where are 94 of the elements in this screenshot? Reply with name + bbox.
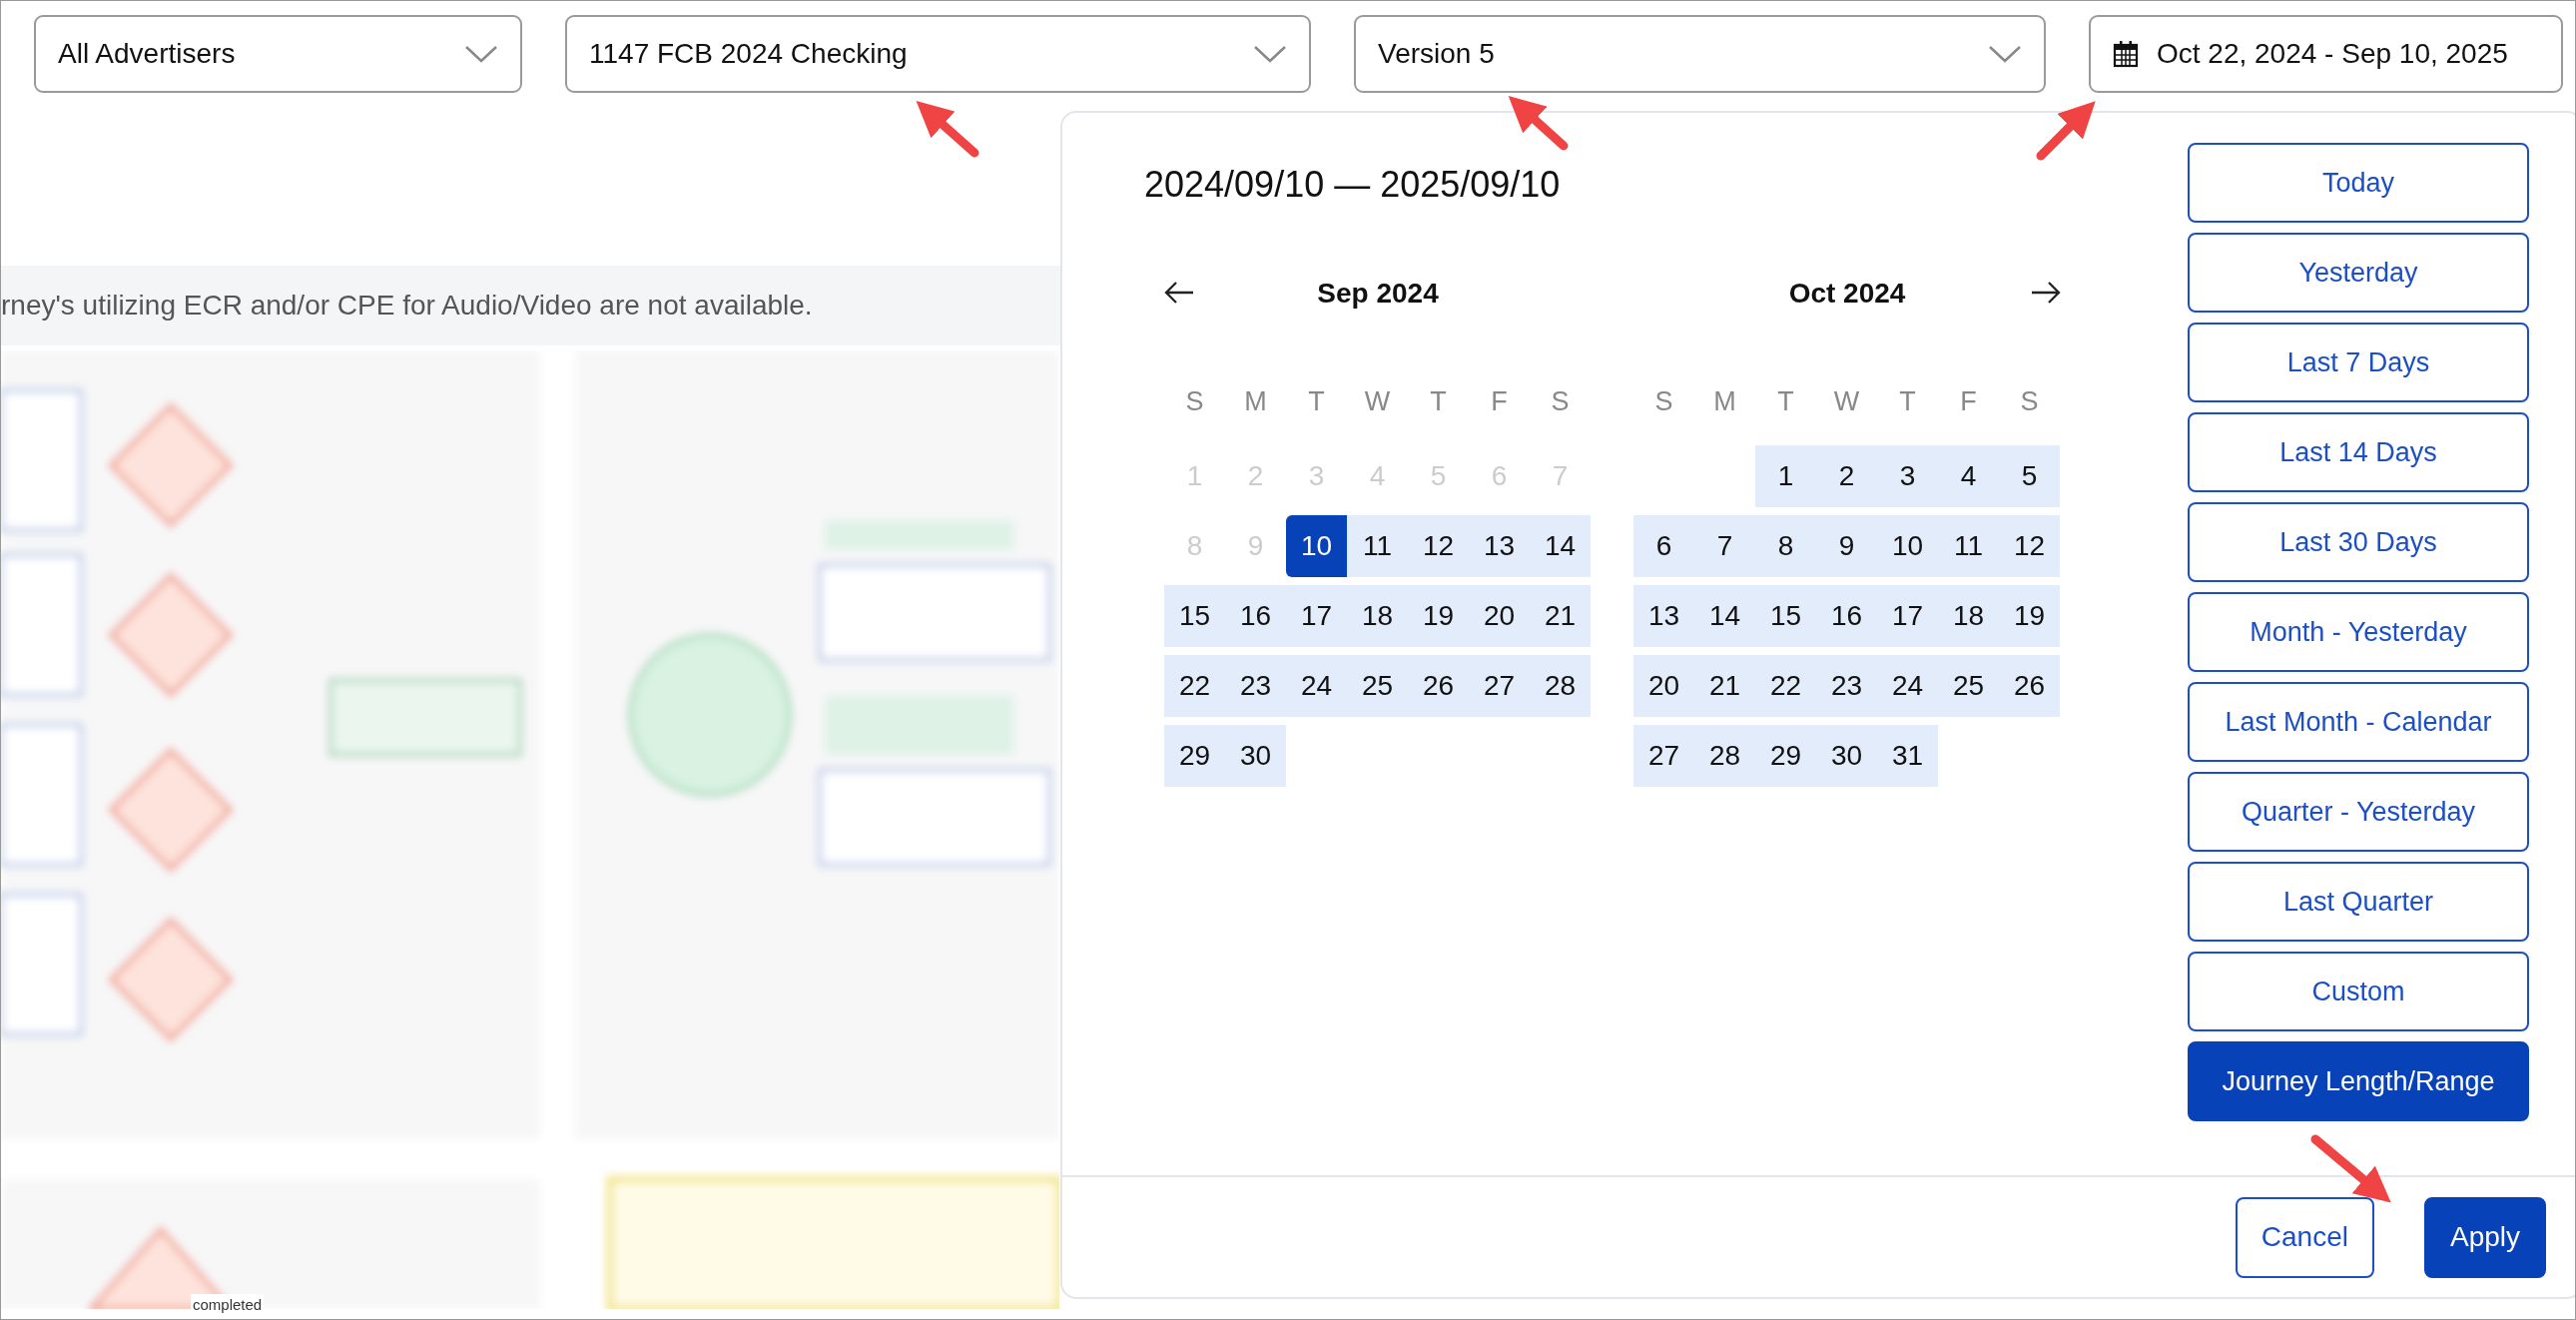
weekday-label: M [1712, 384, 1737, 418]
date-range-button[interactable]: Oct 22, 2024 - Sep 10, 2025 [2089, 15, 2563, 93]
calendar-day[interactable]: 26 [1999, 655, 2060, 717]
calendar-day[interactable]: 22 [1164, 655, 1225, 717]
calendar-day[interactable]: 18 [1938, 585, 1999, 647]
calendar-day[interactable]: 12 [1999, 515, 2060, 577]
calendar-day[interactable]: 12 [1408, 515, 1469, 577]
calendar-day[interactable]: 21 [1530, 585, 1591, 647]
calendar-day[interactable]: 14 [1694, 585, 1755, 647]
preset-button[interactable]: Last 7 Days [2188, 323, 2529, 402]
annotation-arrow [1508, 95, 1569, 151]
month-title: Oct 2024 [1788, 277, 1906, 311]
calendar-day[interactable]: 13 [1633, 585, 1694, 647]
calendar-icon [2113, 40, 2139, 68]
calendar-day[interactable]: 25 [1938, 655, 1999, 717]
weekday-label: T [1429, 384, 1448, 418]
calendar-day[interactable]: 19 [1408, 585, 1469, 647]
calendar-day[interactable]: 9 [1816, 515, 1877, 577]
calendar-day[interactable]: 5 [1999, 445, 2060, 507]
weekday-label: F [1959, 384, 1978, 418]
dropdown[interactable]: Version 5 [1354, 15, 2046, 93]
calendar-day[interactable]: 10 [1286, 515, 1347, 577]
weekday-label: W [1832, 384, 1861, 418]
calendar-day[interactable]: 29 [1755, 725, 1816, 787]
preset-button[interactable]: Yesterday [2188, 233, 2529, 313]
calendar-day[interactable]: 11 [1938, 515, 1999, 577]
calendar-day[interactable]: 29 [1164, 725, 1225, 787]
calendar-day[interactable]: 15 [1755, 585, 1816, 647]
calendar-day[interactable]: 20 [1633, 655, 1694, 717]
weekday-label: S [2019, 384, 2040, 418]
calendar-day[interactable]: 14 [1530, 515, 1591, 577]
preset-button[interactable]: Last 14 Days [2188, 412, 2529, 492]
weekday-label: S [1184, 384, 1205, 418]
calendar-day[interactable]: 25 [1347, 655, 1408, 717]
dropdown[interactable]: 1147 FCB 2024 Checking [565, 15, 1311, 93]
calendar-day[interactable]: 11 [1347, 515, 1408, 577]
weekday-label: S [1550, 384, 1571, 418]
calendar-day[interactable]: 28 [1694, 725, 1755, 787]
weekday-label: M [1243, 384, 1268, 418]
calendar-day[interactable]: 18 [1347, 585, 1408, 647]
calendar-day[interactable]: 13 [1469, 515, 1530, 577]
calendar-day[interactable]: 1 [1755, 445, 1816, 507]
calendar-day[interactable]: 27 [1633, 725, 1694, 787]
weekday-label: T [1307, 384, 1326, 418]
chevron-down-icon [1253, 44, 1287, 64]
preset-button[interactable]: Custom [2188, 952, 2529, 1031]
calendar-day[interactable]: 19 [1999, 585, 2060, 647]
calendar-day[interactable]: 3 [1877, 445, 1938, 507]
annotation-arrow [916, 101, 979, 158]
preset-button[interactable]: Last Quarter [2188, 862, 2529, 942]
calendar-day[interactable]: 30 [1816, 725, 1877, 787]
calendar-day[interactable]: 23 [1225, 655, 1286, 717]
calendar-day[interactable]: 30 [1225, 725, 1286, 787]
weekday-label: W [1363, 384, 1392, 418]
range-title: 2024/09/10 — 2025/09/10 [1144, 163, 1562, 207]
cancel-button[interactable]: Cancel [2235, 1196, 2374, 1278]
calendar-day[interactable]: 4 [1938, 445, 1999, 507]
preset-button[interactable]: Last Month - Calendar [2188, 682, 2529, 762]
calendar-day[interactable]: 27 [1469, 655, 1530, 717]
calendar-day[interactable]: 28 [1530, 655, 1591, 717]
calendar-day[interactable]: 16 [1816, 585, 1877, 647]
preset-button[interactable]: Today [2188, 143, 2529, 223]
preset-button[interactable]: Quarter - Yesterday [2188, 772, 2529, 852]
month-title: Sep 2024 [1317, 277, 1439, 311]
notice-text: rney's utilizing ECR and/or CPE for Audio/Video are not available. [1, 289, 813, 323]
dropdown[interactable]: All Advertisers [34, 15, 522, 93]
calendar-day[interactable]: 24 [1286, 655, 1347, 717]
chevron-down-icon [1988, 44, 2022, 64]
calendar-day[interactable]: 16 [1225, 585, 1286, 647]
preset-button[interactable]: Journey Length/Range [2188, 1041, 2529, 1121]
calendar-day[interactable]: 17 [1877, 585, 1938, 647]
weekday-label: T [1776, 384, 1795, 418]
annotation-arrow [2036, 101, 2096, 161]
calendar-day[interactable]: 8 [1755, 515, 1816, 577]
preset-button[interactable]: Last 30 Days [2188, 502, 2529, 582]
calendar-day[interactable]: 22 [1755, 655, 1816, 717]
calendar-day[interactable]: 26 [1408, 655, 1469, 717]
preset-button[interactable]: Month - Yesterday [2188, 592, 2529, 672]
calendar-day[interactable]: 6 [1633, 515, 1694, 577]
calendar-day[interactable]: 17 [1286, 585, 1347, 647]
calendar-day[interactable]: 15 [1164, 585, 1225, 647]
calendar-day[interactable]: 21 [1694, 655, 1755, 717]
calendar-day[interactable]: 20 [1469, 585, 1530, 647]
calendar-day[interactable]: 24 [1877, 655, 1938, 717]
calendar-day[interactable]: 10 [1877, 515, 1938, 577]
calendar-day[interactable]: 23 [1816, 655, 1877, 717]
weekday-label: F [1490, 384, 1509, 418]
chevron-down-icon [464, 44, 498, 64]
calendar-day[interactable]: 31 [1877, 725, 1938, 787]
apply-button[interactable]: Apply [2423, 1196, 2546, 1278]
calendar-day[interactable]: 2 [1816, 445, 1877, 507]
calendar-day[interactable]: 7 [1694, 515, 1755, 577]
weekday-label: S [1653, 384, 1674, 418]
weekday-label: T [1898, 384, 1917, 418]
